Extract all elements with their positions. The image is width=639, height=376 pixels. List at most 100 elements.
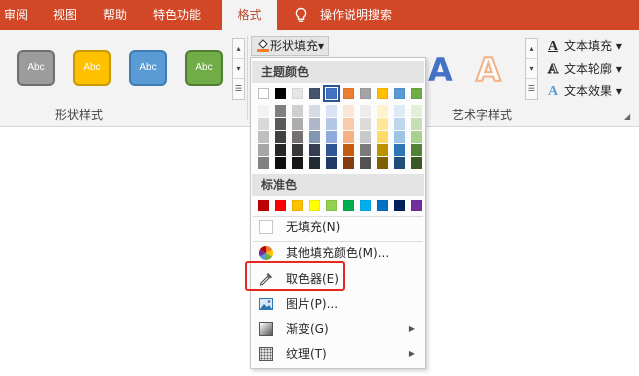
theme-color-shade-swatch[interactable] — [360, 144, 371, 156]
tab-review[interactable]: 审阅 — [4, 0, 28, 30]
standard-color-swatch[interactable] — [360, 200, 371, 211]
theme-color-shade-swatch[interactable] — [377, 118, 388, 130]
theme-color-shade-swatch[interactable] — [394, 144, 405, 156]
wordart-sample-blue[interactable]: A — [428, 52, 453, 88]
theme-color-shade-swatch[interactable] — [309, 144, 320, 156]
theme-color-shade-swatch[interactable] — [292, 157, 303, 169]
theme-color-shade-swatch[interactable] — [292, 131, 303, 143]
theme-color-swatch[interactable] — [292, 88, 303, 99]
theme-color-shade-swatch[interactable] — [292, 105, 303, 117]
theme-color-shade-swatch[interactable] — [275, 118, 286, 130]
theme-color-shade-swatch[interactable] — [411, 105, 422, 117]
standard-color-swatch[interactable] — [258, 200, 269, 211]
theme-color-shade-swatch[interactable] — [394, 105, 405, 117]
theme-color-shade-swatch[interactable] — [394, 157, 405, 169]
theme-color-shade-swatch[interactable] — [394, 118, 405, 130]
theme-color-shade-swatch[interactable] — [360, 157, 371, 169]
theme-color-shade-swatch[interactable] — [343, 157, 354, 169]
text-fill-button[interactable]: A 文本填充 ▾ — [546, 36, 622, 56]
texture-fill-item[interactable]: 纹理(T) ▶ — [252, 342, 424, 366]
theme-color-shade-swatch[interactable] — [309, 105, 320, 117]
wordart-sample-orange[interactable]: A — [475, 51, 502, 89]
scroll-down-icon[interactable]: ▾ — [526, 59, 537, 79]
shape-style-preset-gray[interactable]: Abc — [17, 50, 55, 86]
wordart-gallery-scroll[interactable]: ▴ ▾ ☰ — [525, 38, 538, 100]
theme-color-shade-swatch[interactable] — [343, 118, 354, 130]
gallery-more-icon[interactable]: ☰ — [526, 79, 537, 99]
theme-color-swatch[interactable] — [343, 88, 354, 99]
tab-view[interactable]: 视图 — [53, 0, 77, 30]
theme-color-shade-swatch[interactable] — [360, 105, 371, 117]
theme-color-shade-swatch[interactable] — [343, 105, 354, 117]
theme-color-shade-swatch[interactable] — [377, 105, 388, 117]
shape-style-preset-gold[interactable]: Abc — [73, 50, 111, 86]
shape-styles-gallery-scroll[interactable]: ▴ ▾ ☰ — [232, 38, 245, 100]
picture-fill-item[interactable]: 图片(P)... — [252, 292, 424, 316]
theme-color-shade-swatch[interactable] — [309, 118, 320, 130]
theme-color-swatch[interactable] — [394, 88, 405, 99]
theme-color-shade-swatch[interactable] — [326, 144, 337, 156]
theme-color-shade-swatch[interactable] — [343, 131, 354, 143]
theme-color-shade-swatch[interactable] — [309, 131, 320, 143]
theme-color-shade-swatch[interactable] — [326, 118, 337, 130]
theme-color-shade-swatch[interactable] — [292, 118, 303, 130]
theme-color-swatch[interactable] — [377, 88, 388, 99]
theme-color-shade-swatch[interactable] — [377, 144, 388, 156]
theme-color-shade-swatch[interactable] — [275, 144, 286, 156]
theme-color-shade-swatch[interactable] — [309, 157, 320, 169]
standard-color-swatch[interactable] — [292, 200, 303, 211]
standard-color-swatch[interactable] — [394, 200, 405, 211]
scroll-down-icon[interactable]: ▾ — [233, 59, 244, 79]
theme-color-shade-swatch[interactable] — [326, 131, 337, 143]
theme-color-shade-swatch[interactable] — [326, 105, 337, 117]
theme-color-shade-swatch[interactable] — [411, 144, 422, 156]
theme-color-shade-swatch[interactable] — [292, 144, 303, 156]
theme-color-shade-swatch[interactable] — [326, 157, 337, 169]
dialog-launcher-icon[interactable]: ◢ — [624, 112, 630, 121]
standard-color-swatch[interactable] — [309, 200, 320, 211]
theme-color-swatch[interactable] — [258, 88, 269, 99]
tab-help[interactable]: 帮助 — [103, 0, 127, 30]
theme-color-shade-swatch[interactable] — [275, 157, 286, 169]
no-fill-item[interactable]: 无填充(N) — [252, 215, 424, 239]
theme-color-swatch[interactable] — [323, 85, 340, 102]
standard-color-swatch[interactable] — [275, 200, 286, 211]
standard-color-swatch[interactable] — [377, 200, 388, 211]
standard-color-swatch[interactable] — [343, 200, 354, 211]
theme-color-shade-swatch[interactable] — [275, 105, 286, 117]
theme-color-shade-swatch[interactable] — [377, 131, 388, 143]
text-effects-button[interactable]: A 文本效果 ▾ — [546, 81, 622, 101]
theme-color-shade-swatch[interactable] — [360, 131, 371, 143]
theme-color-shade-swatch[interactable] — [275, 131, 286, 143]
tab-special-features[interactable]: 特色功能 — [153, 0, 201, 30]
standard-color-swatch[interactable] — [326, 200, 337, 211]
standard-color-swatch[interactable] — [411, 200, 422, 211]
theme-color-shade-swatch[interactable] — [377, 157, 388, 169]
scroll-up-icon[interactable]: ▴ — [233, 39, 244, 59]
theme-color-shade-swatch[interactable] — [411, 118, 422, 130]
theme-color-shade-swatch[interactable] — [360, 118, 371, 130]
theme-color-shade-swatch[interactable] — [258, 144, 269, 156]
theme-color-shade-swatch[interactable] — [411, 157, 422, 169]
lightbulb-icon[interactable] — [292, 6, 310, 24]
theme-color-swatch[interactable] — [411, 88, 422, 99]
theme-color-swatch[interactable] — [275, 88, 286, 99]
tab-format[interactable]: 格式 — [222, 0, 277, 30]
theme-color-shade-swatch[interactable] — [258, 157, 269, 169]
theme-color-shade-swatch[interactable] — [411, 131, 422, 143]
theme-color-shade-swatch[interactable] — [258, 118, 269, 130]
shape-style-preset-blue[interactable]: Abc — [129, 50, 167, 86]
theme-color-shade-swatch[interactable] — [258, 131, 269, 143]
scroll-up-icon[interactable]: ▴ — [526, 39, 537, 59]
shape-fill-button[interactable]: 形状填充▾ — [251, 36, 330, 56]
theme-color-swatch[interactable] — [360, 88, 371, 99]
theme-color-shade-swatch[interactable] — [343, 144, 354, 156]
gradient-fill-item[interactable]: 渐变(G) ▶ — [252, 317, 424, 341]
gallery-more-icon[interactable]: ☰ — [233, 79, 244, 99]
theme-color-shade-swatch[interactable] — [394, 131, 405, 143]
text-outline-button[interactable]: A 文本轮廓 ▾ — [546, 59, 621, 79]
theme-color-swatch[interactable] — [309, 88, 320, 99]
tell-me-search[interactable]: 操作说明搜索 — [320, 0, 392, 30]
shape-style-preset-green[interactable]: Abc — [185, 50, 223, 86]
theme-color-shade-swatch[interactable] — [258, 105, 269, 117]
